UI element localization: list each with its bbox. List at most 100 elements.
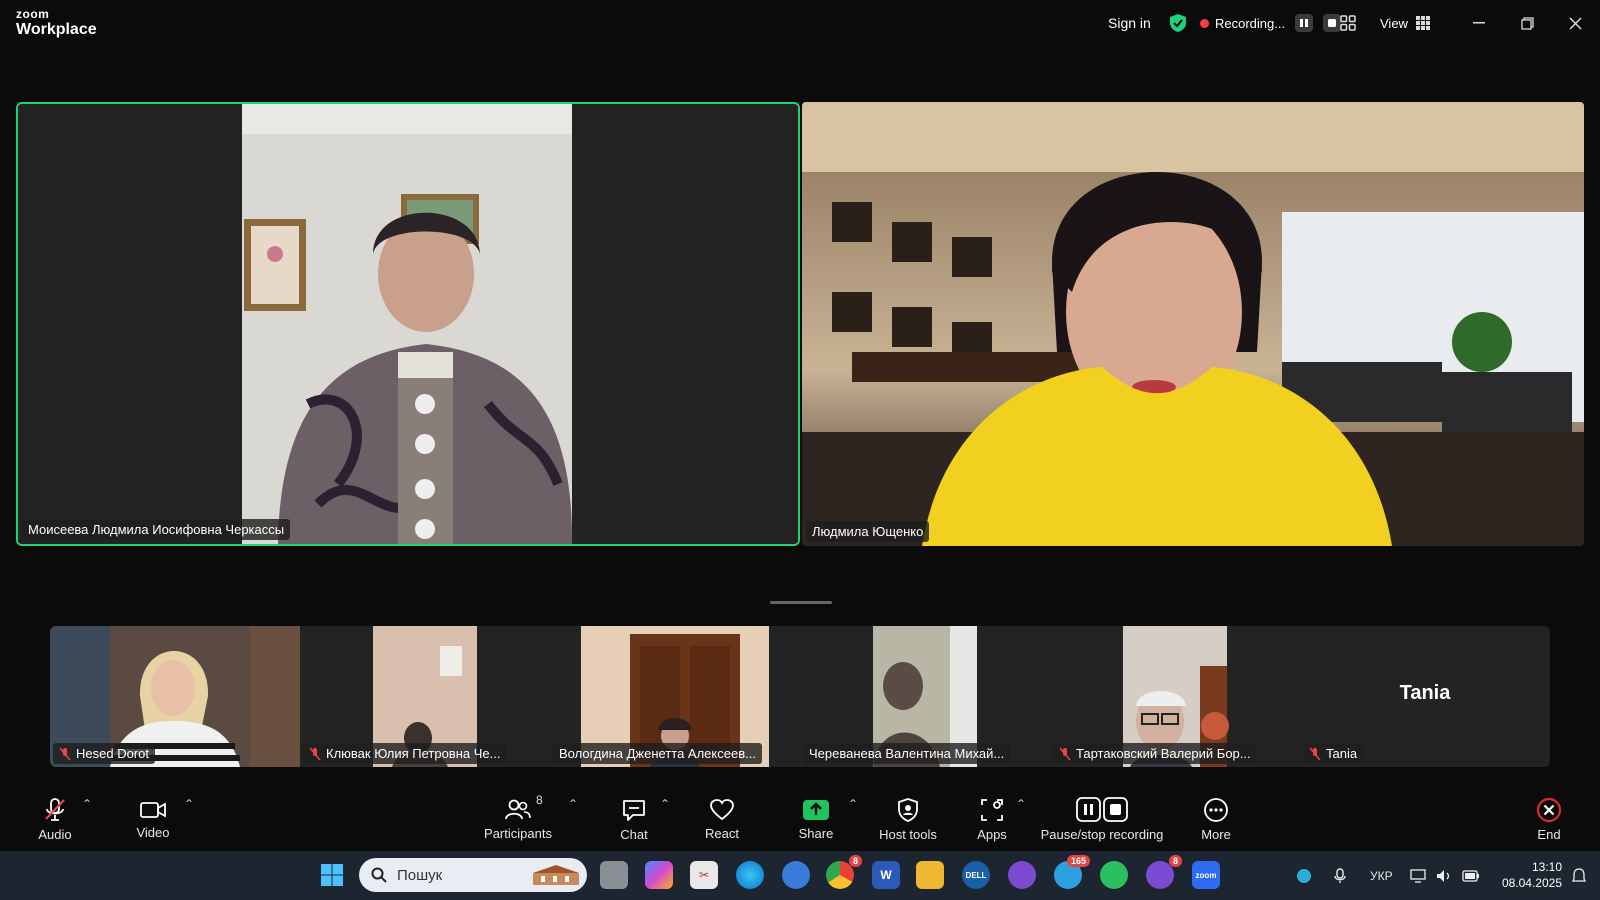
brand-top: zoom <box>16 7 50 21</box>
stop-recording-button[interactable] <box>1323 14 1342 32</box>
gallery-name: Tania <box>1326 746 1358 761</box>
zoom-app-icon[interactable]: zoom <box>1192 861 1220 889</box>
more-label: More <box>1201 826 1231 842</box>
view-label: View <box>1380 15 1408 31</box>
gallery-tile[interactable]: Клювак Юлия Петровна Че... <box>300 626 550 767</box>
view-button[interactable]: View <box>1380 0 1430 46</box>
video-tile-active-speaker[interactable]: Моисеева Людмила Иосифовна Черкассы <box>16 102 800 546</box>
viber-icon[interactable] <box>1008 861 1036 889</box>
gallery-name: Вологдина Дженетта Алексеев... <box>559 746 756 761</box>
taskbar-search[interactable]: Пошук <box>359 858 587 892</box>
end-label: End <box>1537 826 1561 842</box>
pause-recording-button[interactable] <box>1295 14 1314 32</box>
audio-options-chevron-icon[interactable]: ⌃ <box>82 797 92 811</box>
host-tools-label: Host tools <box>879 826 937 842</box>
minimize-icon <box>1473 22 1485 24</box>
gallery-name-tag: Вологдина Дженетта Алексеев... <box>553 743 762 764</box>
word-icon[interactable]: W <box>872 861 900 889</box>
chrome-icon[interactable]: 8 <box>826 855 862 889</box>
battery-icon[interactable] <box>1462 851 1480 900</box>
participants-icon <box>505 799 531 819</box>
chat-button[interactable]: Chat <box>612 787 656 851</box>
app-icon[interactable] <box>782 861 810 889</box>
edge-browser-icon[interactable] <box>736 861 764 889</box>
participant-video-feed <box>18 104 798 544</box>
gallery-grid-icon[interactable] <box>1340 0 1356 46</box>
gallery-tile[interactable]: Tania Tania <box>1300 626 1550 767</box>
pause-stop-recording-button[interactable]: Pause/stop recording <box>1036 787 1168 851</box>
microphone-tray-icon[interactable] <box>1334 851 1346 900</box>
host-tools-button[interactable]: Host tools <box>876 787 940 851</box>
video-button[interactable]: Video <box>128 787 178 851</box>
telegram-icon[interactable]: 165 <box>1054 855 1090 889</box>
brand-bottom: Workplace <box>16 21 97 38</box>
share-options-chevron-icon[interactable]: ⌃ <box>848 797 858 811</box>
zoom-logo: zoom Workplace <box>16 8 97 38</box>
stop-icon <box>1328 19 1337 27</box>
gallery-name: Клювак Юлия Петровна Че... <box>326 746 501 761</box>
minimize-button[interactable] <box>1456 0 1502 46</box>
windows-start-icon[interactable] <box>318 861 346 889</box>
participants-options-chevron-icon[interactable]: ⌃ <box>568 797 578 811</box>
task-view-icon[interactable] <box>600 861 628 889</box>
host-name-tag: Людмила Ющенко <box>806 521 930 542</box>
whatsapp-icon[interactable] <box>1100 861 1128 889</box>
gallery-tile[interactable]: Тартаковский Валерий Бор... <box>1050 626 1300 767</box>
volume-icon[interactable] <box>1436 851 1452 900</box>
gallery-name-tag: Tania <box>1303 743 1364 764</box>
share-screen-icon <box>803 799 829 820</box>
chat-options-chevron-icon[interactable]: ⌃ <box>660 797 670 811</box>
gallery-tile[interactable]: Вологдина Дженетта Алексеев... <box>550 626 800 767</box>
tray-app-icon[interactable] <box>1296 851 1312 900</box>
participants-button[interactable]: Participants <box>478 787 558 851</box>
muted-mic-icon <box>1309 747 1321 760</box>
viber-icon-2[interactable]: 8 <box>1146 855 1182 889</box>
clock-date: 08.04.2025 <box>1501 876 1562 890</box>
share-label: Share <box>798 825 834 841</box>
more-dots-icon <box>1204 797 1228 822</box>
telegram-badge: 165 <box>1066 855 1090 867</box>
recording-indicator[interactable]: Recording... <box>1200 0 1342 46</box>
keyboard-language[interactable]: УКР <box>1370 851 1393 900</box>
share-button[interactable]: Share <box>792 787 840 851</box>
gallery-name-tag: Клювак Юлия Петровна Че... <box>303 743 507 764</box>
apps-options-chevron-icon[interactable]: ⌃ <box>1016 797 1026 811</box>
sign-in-link[interactable]: Sign in <box>1108 0 1151 46</box>
file-explorer-icon[interactable] <box>916 861 944 889</box>
copilot-icon[interactable] <box>645 861 673 889</box>
gallery-tile[interactable]: Hesed Dorot <box>50 626 300 767</box>
gallery-tile[interactable]: Череванева Валентина Михай... <box>800 626 1050 767</box>
meeting-toolbar: Audio ⌃ Video ⌃ Participants 8 ⌃ Chat ⌃ … <box>0 787 1600 851</box>
apps-icon <box>981 798 1003 821</box>
react-label: React <box>705 825 739 841</box>
more-button[interactable]: More <box>1192 787 1240 851</box>
viber-badge: 8 <box>1168 855 1182 867</box>
close-button[interactable] <box>1552 0 1598 46</box>
restore-button[interactable] <box>1504 0 1550 46</box>
muted-mic-icon <box>45 797 65 821</box>
system-clock[interactable]: 13:10 08.04.2025 <box>1492 859 1562 891</box>
video-options-chevron-icon[interactable]: ⌃ <box>184 797 194 811</box>
shield-icon <box>898 797 918 822</box>
encryption-shield-icon[interactable] <box>1168 0 1188 46</box>
network-icon[interactable] <box>1410 851 1426 900</box>
end-x-icon <box>1536 797 1562 822</box>
video-tile-host[interactable]: Людмила Ющенко <box>802 102 1584 546</box>
title-bar: zoom Workplace Sign in Recording... View <box>0 0 1600 46</box>
host-video-feed <box>802 102 1584 546</box>
pause-stop-icon <box>1076 796 1128 822</box>
apps-button[interactable]: Apps <box>968 787 1016 851</box>
search-highlight-image-icon <box>533 865 579 885</box>
muted-mic-icon <box>59 747 71 760</box>
dell-icon[interactable]: DELL <box>962 861 990 889</box>
restore-icon <box>1520 16 1534 30</box>
stage-resize-handle[interactable] <box>770 601 832 604</box>
clock-time: 13:10 <box>1531 860 1562 874</box>
gallery-name-tag: Hesed Dorot <box>53 743 155 764</box>
snipping-tool-icon[interactable]: ✂ <box>690 861 718 889</box>
end-meeting-button[interactable]: End <box>1524 787 1574 851</box>
react-button[interactable]: React <box>700 787 744 851</box>
gallery-name: Hesed Dorot <box>76 746 149 761</box>
audio-button[interactable]: Audio <box>30 787 80 851</box>
notifications-icon[interactable] <box>1572 851 1586 900</box>
